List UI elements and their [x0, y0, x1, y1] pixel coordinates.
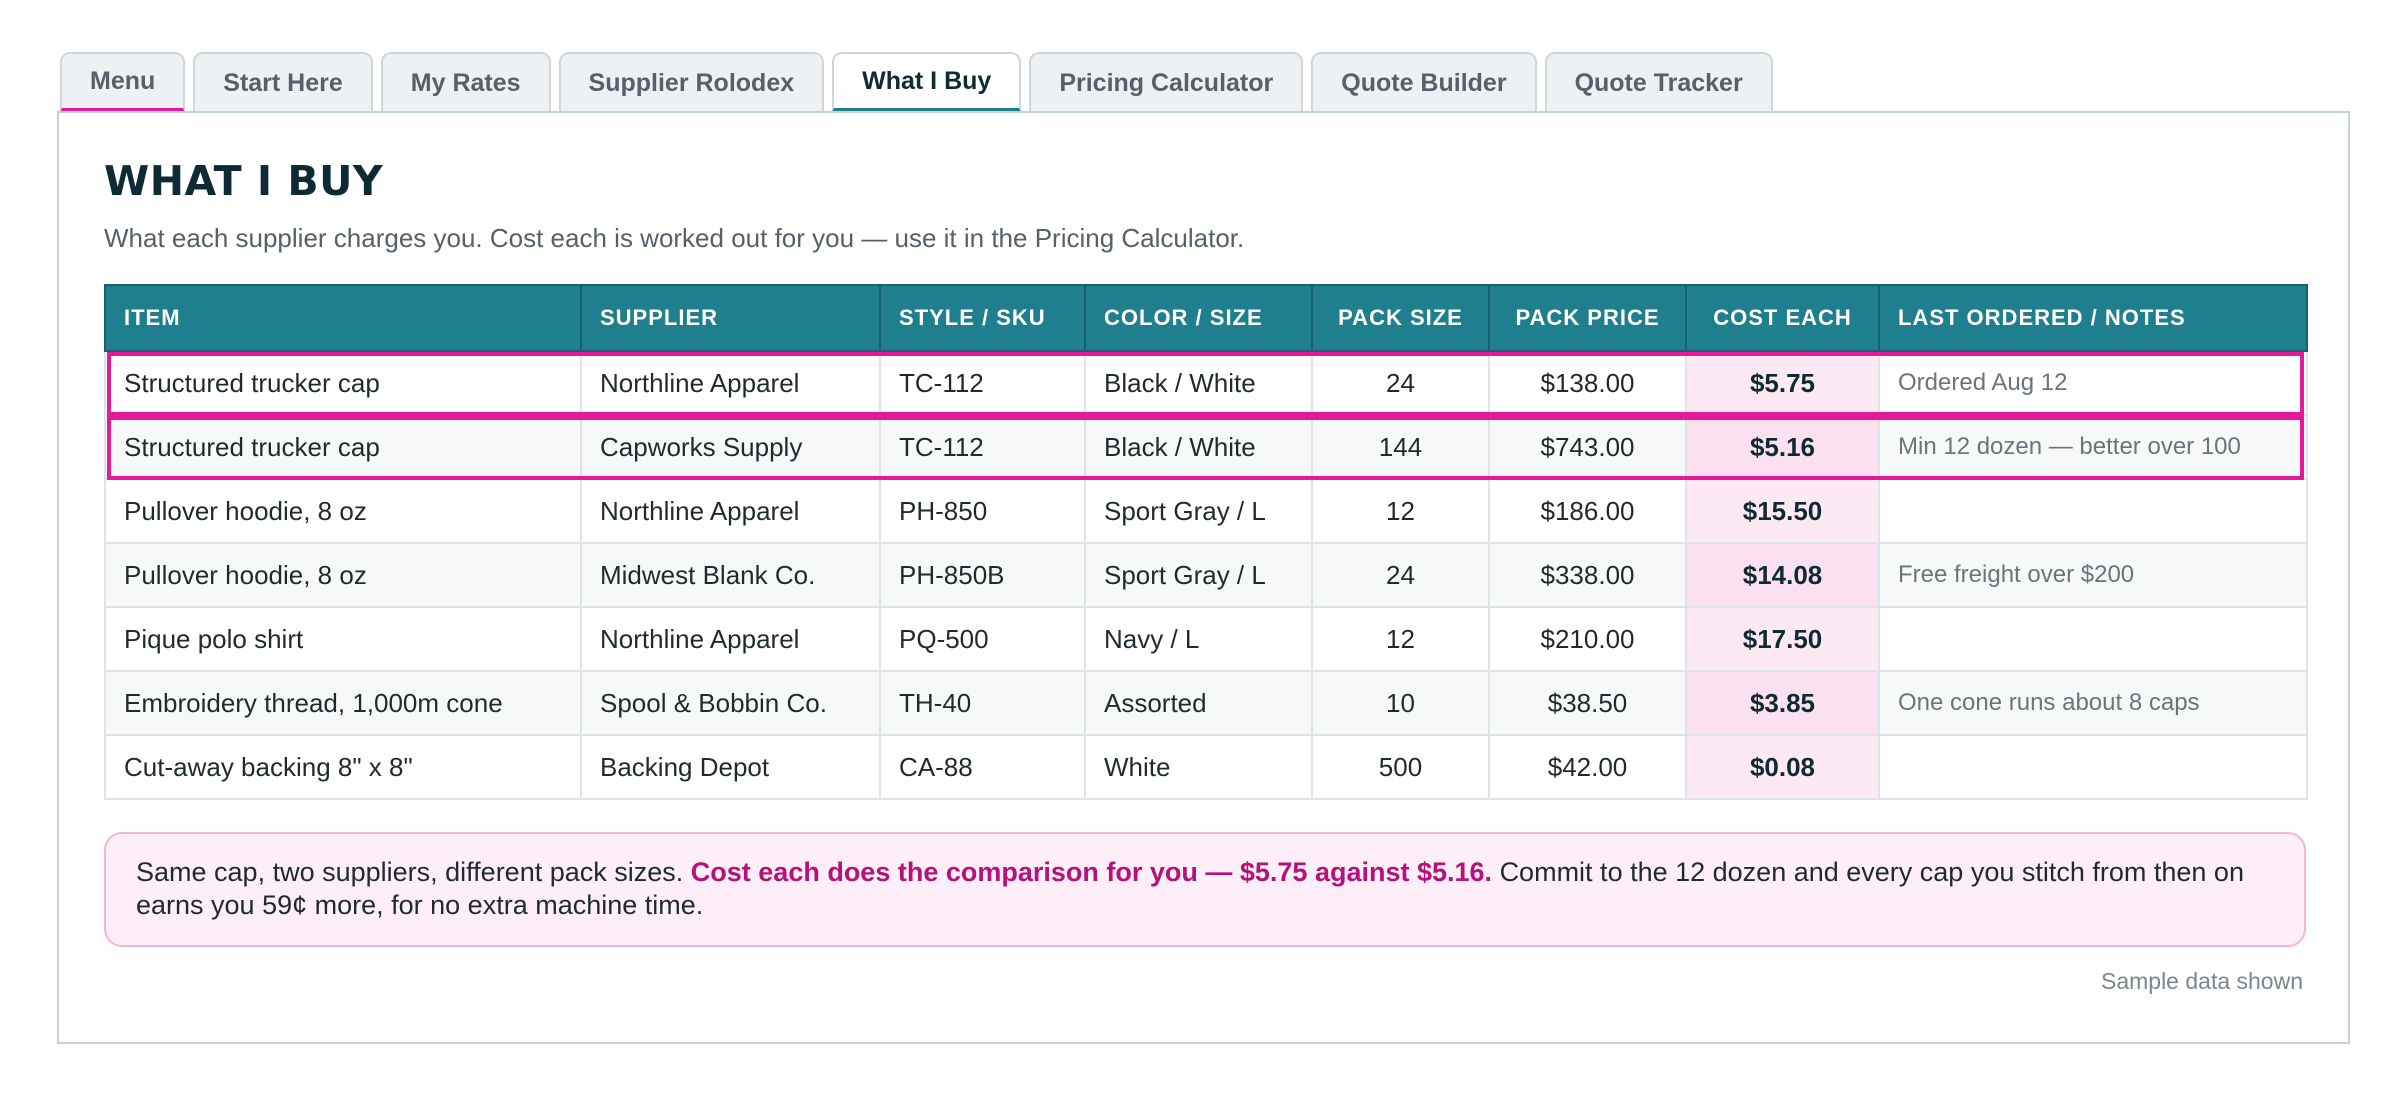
comparison-callout: Same cap, two suppliers, different pack …: [104, 832, 2306, 947]
column-header: SUPPLIER: [580, 284, 881, 352]
pack-price-cell[interactable]: $743.00: [1488, 414, 1687, 480]
pack-price-cell[interactable]: $42.00: [1488, 734, 1687, 800]
page-title: WHAT I BUY: [104, 157, 384, 205]
notes-cell[interactable]: Free freight over $200: [1878, 542, 2308, 608]
pack-size-cell[interactable]: 10: [1311, 670, 1490, 736]
cost-each-cell: $3.85: [1685, 670, 1880, 736]
cost-each-cell: $5.75: [1685, 350, 1880, 416]
item-cell[interactable]: Cut-away backing 8" x 8": [104, 734, 582, 800]
supplier-cell[interactable]: Northline Apparel: [580, 478, 881, 544]
pack-size-cell[interactable]: 500: [1311, 734, 1490, 800]
supplier-cell[interactable]: Capworks Supply: [580, 414, 881, 480]
column-header: STYLE / SKU: [879, 284, 1086, 352]
pack-size-cell[interactable]: 12: [1311, 606, 1490, 672]
notes-cell[interactable]: [1878, 478, 2308, 544]
color-size-cell[interactable]: Assorted: [1084, 670, 1313, 736]
column-header: COLOR / SIZE: [1084, 284, 1313, 352]
tab-start-here[interactable]: Start Here: [193, 52, 373, 112]
cost-each-cell: $5.16: [1685, 414, 1880, 480]
pack-size-cell[interactable]: 24: [1311, 350, 1490, 416]
notes-cell[interactable]: [1878, 734, 2308, 800]
notes-cell[interactable]: Ordered Aug 12: [1878, 350, 2308, 416]
sku-cell[interactable]: PH-850B: [879, 542, 1086, 608]
tab-menu[interactable]: Menu: [60, 52, 186, 112]
pack-price-cell[interactable]: $38.50: [1488, 670, 1687, 736]
item-cell[interactable]: Embroidery thread, 1,000m cone: [104, 670, 582, 736]
item-cell[interactable]: Structured trucker cap: [104, 350, 582, 416]
pack-price-cell[interactable]: $186.00: [1488, 478, 1687, 544]
supplier-cell[interactable]: Backing Depot: [580, 734, 881, 800]
table-row: Embroidery thread, 1,000m cone Spool & B…: [104, 670, 2308, 736]
sku-cell[interactable]: TH-40: [879, 670, 1086, 736]
pack-size-cell[interactable]: 24: [1311, 542, 1490, 608]
supplier-cell[interactable]: Midwest Blank Co.: [580, 542, 881, 608]
tab-bar: Menu Start Here My Rates Supplier Rolode…: [60, 52, 1773, 112]
table-header-row: ITEM SUPPLIER STYLE / SKU COLOR / SIZE P…: [104, 284, 2308, 352]
pack-price-cell[interactable]: $210.00: [1488, 606, 1687, 672]
color-size-cell[interactable]: Sport Gray / L: [1084, 478, 1313, 544]
cost-each-cell: $17.50: [1685, 606, 1880, 672]
sku-cell[interactable]: PH-850: [879, 478, 1086, 544]
cost-each-cell: $14.08: [1685, 542, 1880, 608]
tab-quote-tracker[interactable]: Quote Tracker: [1544, 52, 1773, 112]
callout-lead: Same cap, two suppliers, different pack …: [136, 857, 684, 887]
pack-price-cell[interactable]: $138.00: [1488, 350, 1687, 416]
item-cell[interactable]: Pullover hoodie, 8 oz: [104, 478, 582, 544]
table-row: Structured trucker cap Capworks Supply T…: [104, 414, 2308, 480]
sheet-panel: WHAT I BUY What each supplier charges yo…: [57, 111, 2350, 1044]
item-cell[interactable]: Structured trucker cap: [104, 414, 582, 480]
tab-my-rates[interactable]: My Rates: [380, 52, 551, 112]
table-row: Pullover hoodie, 8 oz Northline Apparel …: [104, 478, 2308, 544]
cost-each-cell: $0.08: [1685, 734, 1880, 800]
column-header: LAST ORDERED / NOTES: [1878, 284, 2308, 352]
supplier-cell[interactable]: Northline Apparel: [580, 350, 881, 416]
table-row: Pique polo shirt Northline Apparel PQ-50…: [104, 606, 2308, 672]
notes-cell[interactable]: Min 12 dozen — better over 100: [1878, 414, 2308, 480]
pack-size-cell[interactable]: 12: [1311, 478, 1490, 544]
tab-what-i-buy[interactable]: What I Buy: [832, 52, 1022, 112]
sample-data-note: Sample data shown: [2100, 968, 2303, 994]
supplier-cell[interactable]: Northline Apparel: [580, 606, 881, 672]
pack-price-cell[interactable]: $338.00: [1488, 542, 1687, 608]
sku-cell[interactable]: TC-112: [879, 414, 1086, 480]
sku-cell[interactable]: PQ-500: [879, 606, 1086, 672]
color-size-cell[interactable]: Black / White: [1084, 350, 1313, 416]
column-header: PACK PRICE: [1488, 284, 1687, 352]
tab-quote-builder[interactable]: Quote Builder: [1311, 52, 1537, 112]
column-header: PACK SIZE: [1311, 284, 1490, 352]
color-size-cell[interactable]: Navy / L: [1084, 606, 1313, 672]
column-header: ITEM: [104, 284, 582, 352]
supplier-cell[interactable]: Spool & Bobbin Co.: [580, 670, 881, 736]
sku-cell[interactable]: CA-88: [879, 734, 1086, 800]
column-header: COST EACH: [1685, 284, 1880, 352]
cost-each-cell: $15.50: [1685, 478, 1880, 544]
item-cell[interactable]: Pique polo shirt: [104, 606, 582, 672]
what-i-buy-table: ITEM SUPPLIER STYLE / SKU COLOR / SIZE P…: [104, 284, 2308, 800]
page-subtitle: What each supplier charges you. Cost eac…: [104, 223, 1245, 253]
callout-emphasis: Cost each does the comparison for you — …: [690, 857, 1493, 887]
item-cell[interactable]: Pullover hoodie, 8 oz: [104, 542, 582, 608]
notes-cell[interactable]: [1878, 606, 2308, 672]
color-size-cell[interactable]: Sport Gray / L: [1084, 542, 1313, 608]
table-row: Structured trucker cap Northline Apparel…: [104, 350, 2308, 416]
table-row: Pullover hoodie, 8 oz Midwest Blank Co. …: [104, 542, 2308, 608]
tab-pricing-calculator[interactable]: Pricing Calculator: [1029, 52, 1304, 112]
table-row: Cut-away backing 8" x 8" Backing Depot C…: [104, 734, 2308, 800]
pack-size-cell[interactable]: 144: [1311, 414, 1490, 480]
tab-supplier-rolodex[interactable]: Supplier Rolodex: [558, 52, 825, 112]
notes-cell[interactable]: One cone runs about 8 caps: [1878, 670, 2308, 736]
sku-cell[interactable]: TC-112: [879, 350, 1086, 416]
color-size-cell[interactable]: White: [1084, 734, 1313, 800]
color-size-cell[interactable]: Black / White: [1084, 414, 1313, 480]
